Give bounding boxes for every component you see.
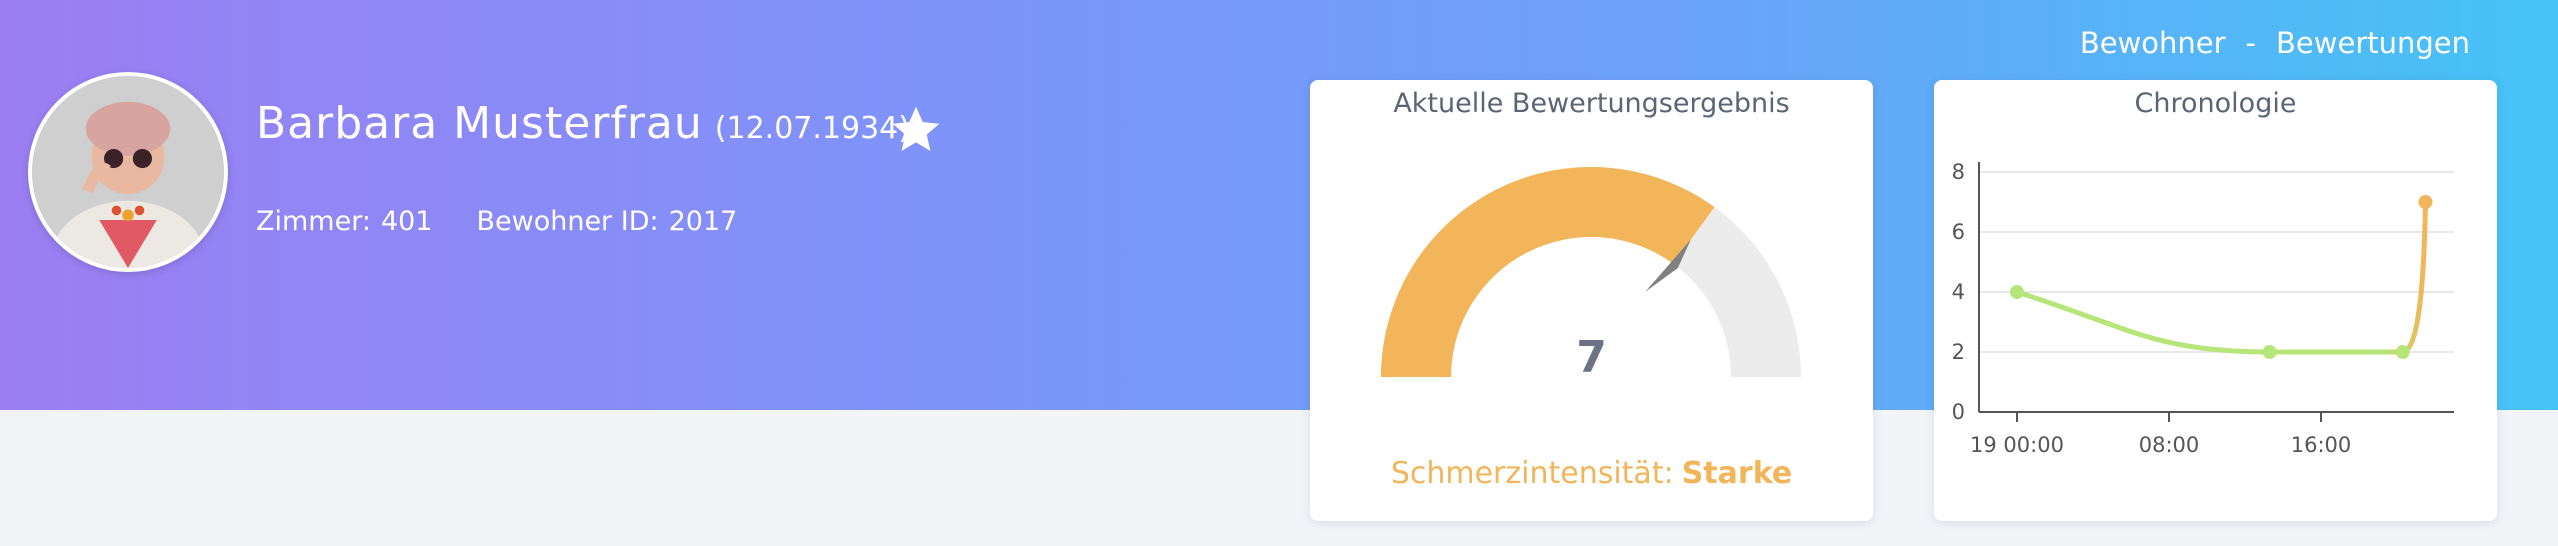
pain-intensity-level: Starke bbox=[1681, 456, 1793, 491]
gauge-value: 7 bbox=[1576, 332, 1607, 383]
resident-dob: (12.07.1934) bbox=[714, 111, 910, 146]
chronology-card: Chronologie 0 2 4 6 8 19 00:00 08:00 16:00 bbox=[1934, 80, 2497, 521]
star-icon bbox=[892, 106, 940, 151]
pain-intensity: Schmerzintensität: Starke bbox=[1310, 456, 1873, 491]
data-point bbox=[2010, 285, 2024, 299]
room-label: Zimmer: bbox=[256, 206, 371, 237]
room-value: 401 bbox=[380, 206, 433, 237]
data-point bbox=[2262, 345, 2277, 359]
resident-id-label: Bewohner ID: bbox=[476, 206, 659, 237]
y-tick-label: 6 bbox=[1952, 220, 1965, 244]
favorite-button[interactable] bbox=[888, 102, 944, 158]
breadcrumb: Bewohner - Bewertungen bbox=[2080, 26, 2470, 60]
resident-name: Barbara Musterfrau bbox=[256, 98, 703, 149]
y-tick-label: 0 bbox=[1952, 400, 1965, 424]
room-info: Zimmer: 401 bbox=[256, 206, 432, 237]
y-tick-label: 2 bbox=[1952, 340, 1965, 364]
resident-id-info: Bewohner ID: 2017 bbox=[476, 206, 737, 237]
breadcrumb-bewertungen-link[interactable]: Bewertungen bbox=[2276, 26, 2470, 60]
series-line bbox=[2014, 199, 2428, 355]
breadcrumb-bewohner-link[interactable]: Bewohner bbox=[2080, 26, 2226, 60]
x-tick-label: 19 00:00 bbox=[1970, 433, 2064, 457]
x-tick-label: 08:00 bbox=[2139, 433, 2200, 457]
data-point bbox=[2418, 195, 2433, 209]
resident-meta: Zimmer: 401 Bewohner ID: 2017 bbox=[256, 206, 737, 237]
chronology-chart: 0 2 4 6 8 19 00:00 08:00 16:00 bbox=[1952, 160, 2454, 457]
resident-id-value: 2017 bbox=[668, 206, 738, 237]
current-score-card: Aktuelle Bewertungsergebnis 7 Schmerzint… bbox=[1310, 80, 1873, 521]
y-tick-label: 4 bbox=[1952, 280, 1965, 304]
data-point bbox=[2395, 345, 2410, 359]
x-tick-label: 16:00 bbox=[2291, 433, 2352, 457]
breadcrumb-separator: - bbox=[2245, 26, 2257, 60]
avatar bbox=[28, 72, 228, 272]
avatar-photo bbox=[32, 76, 224, 268]
pain-intensity-label: Schmerzintensität: bbox=[1390, 456, 1674, 491]
resident-name-line: Barbara Musterfrau (12.07.1934) bbox=[256, 98, 910, 149]
y-tick-label: 8 bbox=[1952, 160, 1965, 184]
gauge-chart bbox=[1381, 167, 1801, 377]
